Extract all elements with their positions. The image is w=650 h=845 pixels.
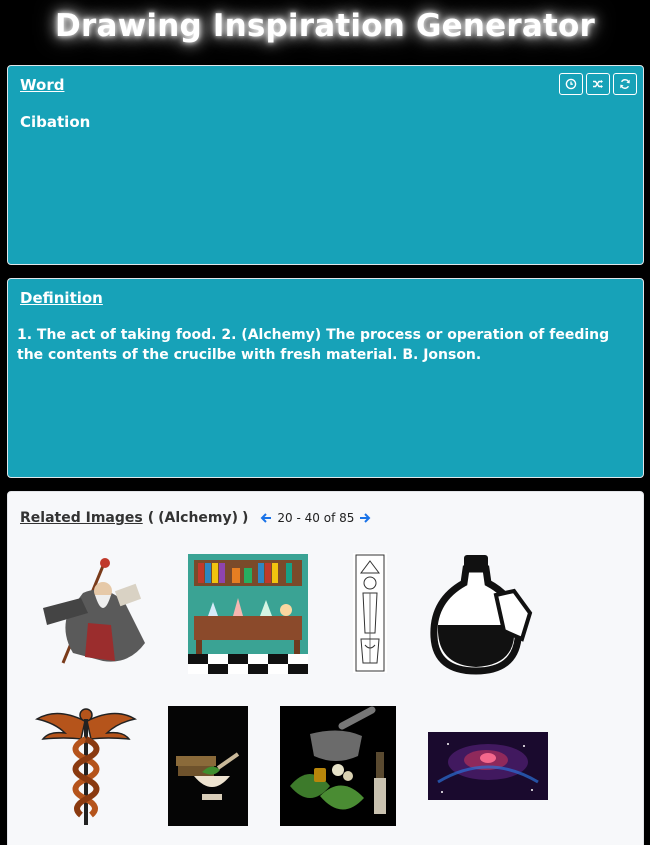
next-page-button[interactable] <box>359 512 371 524</box>
timer-button[interactable] <box>559 73 583 95</box>
wizard-image <box>33 553 155 673</box>
image-thumb-wizard[interactable] <box>33 553 155 673</box>
pager: 20 - 40 of 85 <box>260 511 371 525</box>
category-close-paren: ) <box>242 510 249 526</box>
definition-panel: Definition 1. The act of taking food. 2.… <box>7 278 644 478</box>
prev-page-button[interactable] <box>260 512 272 524</box>
image-thumb-herbs[interactable] <box>280 706 396 826</box>
page-title: Drawing Inspiration Generator <box>55 8 595 44</box>
image-thumb-lab[interactable] <box>188 554 308 674</box>
image-thumb-mortar[interactable] <box>168 706 248 826</box>
refresh-icon <box>620 79 630 89</box>
shuffle-button[interactable] <box>586 73 610 95</box>
word-tools <box>559 73 637 95</box>
related-images-header: Related Images ( (Alchemy) ) 20 - 40 of … <box>20 510 371 526</box>
engraving-image <box>353 553 387 673</box>
mortar-image <box>168 706 248 826</box>
arrow-left-icon <box>261 513 272 523</box>
definition-text: 1. The act of taking food. 2. (Alchemy) … <box>17 327 610 363</box>
word-panel: Word Cibation <box>7 65 644 265</box>
pager-range: 20 - 40 of 85 <box>277 511 355 525</box>
definition-heading[interactable]: Definition <box>20 289 103 307</box>
image-thumb-caduceus[interactable] <box>35 703 137 827</box>
related-images-link[interactable]: Related Images <box>20 510 143 526</box>
arrow-right-icon <box>360 513 371 523</box>
category-label: (Alchemy) <box>158 510 239 526</box>
image-thumb-potion[interactable] <box>430 553 534 675</box>
herbs-image <box>280 706 396 826</box>
nebula-image <box>428 732 548 800</box>
clock-icon <box>565 78 577 90</box>
image-thumb-engraving[interactable] <box>353 553 387 673</box>
category-open-paren: ( <box>147 510 155 526</box>
potion-image <box>430 553 534 675</box>
lab-image <box>188 554 308 674</box>
word-heading[interactable]: Word <box>20 76 64 94</box>
refresh-button[interactable] <box>613 73 637 95</box>
shuffle-icon <box>593 80 603 88</box>
image-thumb-nebula[interactable] <box>428 732 548 800</box>
caduceus-image <box>35 703 137 827</box>
word-value: Cibation <box>20 113 91 131</box>
